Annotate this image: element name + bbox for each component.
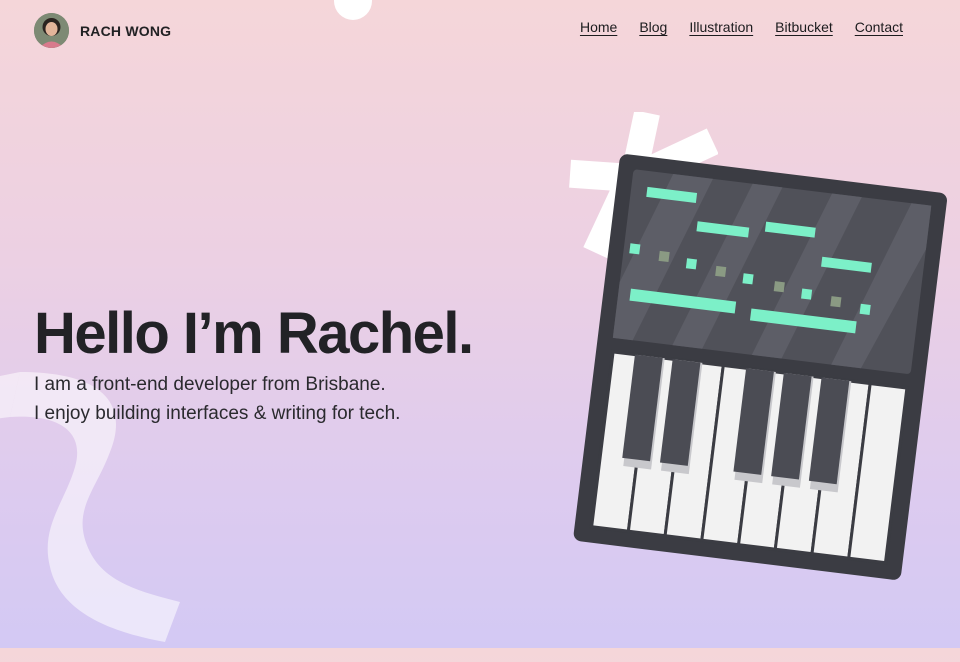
site-header: RACH WONG bbox=[34, 13, 171, 48]
decorative-dot bbox=[334, 0, 372, 20]
avatar-photo-icon bbox=[34, 13, 69, 48]
avatar[interactable] bbox=[34, 13, 69, 48]
hero-title: Hello I’m Rachel. bbox=[34, 301, 474, 366]
nav-blog-link[interactable]: Blog bbox=[639, 19, 667, 35]
nav-contact-link[interactable]: Contact bbox=[855, 19, 903, 35]
synthesizer-illustration bbox=[573, 154, 947, 580]
hero-section: Hello I’m Rachel. I am a front-end devel… bbox=[34, 300, 474, 428]
hero-line-2: I enjoy building interfaces & writing fo… bbox=[34, 403, 401, 424]
nav-home-link[interactable]: Home bbox=[580, 19, 617, 35]
nav-illustration-link[interactable]: Illustration bbox=[689, 19, 753, 35]
hero-line-1: I am a front-end developer from Brisbane… bbox=[34, 374, 386, 395]
main-nav: Home Blog Illustration Bitbucket Contact bbox=[580, 19, 903, 35]
nav-bitbucket-link[interactable]: Bitbucket bbox=[775, 19, 833, 35]
hero-intro: I am a front-end developer from Brisbane… bbox=[34, 370, 473, 428]
site-brand[interactable]: RACH WONG bbox=[80, 23, 171, 39]
